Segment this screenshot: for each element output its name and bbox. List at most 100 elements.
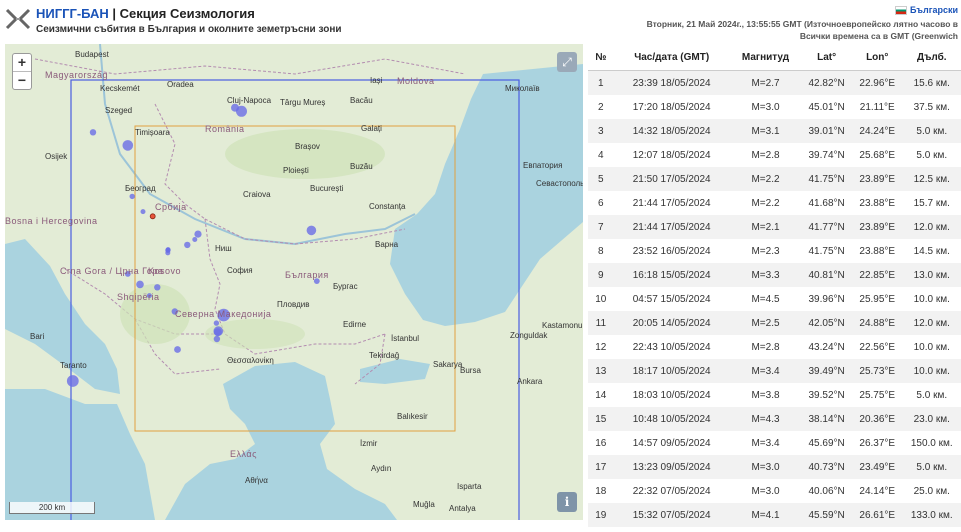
cell-latitude: 42.82°N: [801, 70, 852, 95]
earthquake-marker[interactable]: [213, 335, 221, 343]
zoom-control[interactable]: + −: [12, 53, 32, 90]
events-table-container[interactable]: № Час/дата (GMT) Магнитуд Lat° Lon° Дълб…: [588, 44, 961, 532]
table-row[interactable]: 8 23:52 16/05/2024 M=2.3 41.75°N 23.88°E 14.5…: [588, 239, 961, 263]
map-label: Севастополь: [536, 179, 583, 188]
cell-number: 4: [598, 149, 604, 161]
org-name[interactable]: НИГГГ-БАН: [36, 6, 109, 21]
cell-time: 18:17 10/05/2024: [613, 359, 730, 383]
earthquake-marker[interactable]: [174, 346, 181, 353]
earthquake-marker[interactable]: [192, 237, 198, 242]
cell-depth: 10.0 км.: [913, 293, 950, 305]
col-longitude[interactable]: Lon°: [851, 44, 903, 71]
table-row[interactable]: 18 22:32 07/05/2024 M=3.0 40.06°N 24.14°E 25.…: [588, 479, 961, 503]
table-row[interactable]: 16 14:57 09/05/2024 M=3.4 45.69°N 26.37°E 150…: [588, 431, 961, 455]
map-label: Bacău: [350, 96, 373, 105]
earthquake-map[interactable]: Budapest Magyarország Kecskemét Szeged Orade…: [5, 44, 583, 520]
col-latitude[interactable]: Lat°: [801, 44, 852, 71]
map-label: Kosovo: [148, 266, 182, 276]
earthquake-marker[interactable]: [129, 193, 135, 200]
table-row[interactable]: 5 21:50 17/05/2024 M=2.2 41.75°N 23.89°E 12.5…: [588, 167, 961, 191]
table-row[interactable]: 11 20:05 14/05/2024 M=2.5 42.05°N 24.88°E 12.…: [588, 311, 961, 335]
cell-longitude: 23.89°E: [851, 167, 903, 191]
earthquake-marker[interactable]: [66, 375, 79, 387]
site-title[interactable]: НИГГГ-БАН | Секция Сеизмология: [36, 6, 255, 21]
earthquake-marker[interactable]: [136, 280, 144, 289]
table-row[interactable]: 7 21:44 17/05/2024 M=2.1 41.77°N 23.89°E 12.0…: [588, 215, 961, 239]
table-row[interactable]: 19 15:32 07/05/2024 M=4.1 45.59°N 26.61°E 133…: [588, 503, 961, 527]
map-canvas[interactable]: [5, 44, 583, 520]
table-row[interactable]: 4 12:07 18/05/2024 M=2.8 39.74°N 25.68°E 5.0 …: [588, 143, 961, 167]
earthquake-marker[interactable]: [165, 247, 171, 253]
map-label: Constanța: [369, 202, 406, 211]
earthquake-marker[interactable]: [184, 241, 191, 249]
map-label: Варна: [375, 240, 399, 249]
zoom-out-button[interactable]: −: [13, 71, 31, 89]
earthquake-marker[interactable]: [122, 140, 134, 151]
info-icon[interactable]: i: [557, 492, 577, 512]
cell-time: 22:09 06/05/2024: [614, 527, 730, 532]
cell-depth: 5.0 км.: [916, 149, 948, 161]
cell-latitude: 45.01°N: [808, 101, 845, 113]
table-header-row: № Час/дата (GMT) Магнитуд Lat° Lon° Дълб…: [588, 44, 961, 71]
cell-longitude: 25.68°E: [859, 149, 896, 161]
cell-time: 21:44 17/05/2024: [632, 197, 711, 209]
cell-longitude: 24.88°E: [851, 311, 903, 335]
cell-longitude: 21.11°E: [859, 101, 895, 113]
table-row[interactable]: 1 23:39 18/05/2024 M=2.7 42.82°N 22.96°E 15.6…: [588, 70, 961, 95]
earthquake-marker[interactable]: [306, 225, 317, 236]
table-row[interactable]: 2022:09 06/05/2024M=2.641.71°N24.37°E15.…: [588, 527, 961, 532]
fullscreen-icon[interactable]: ⤢: [557, 52, 577, 72]
language-label[interactable]: Български: [910, 5, 958, 15]
cell-magnitude: M=2.6: [730, 527, 802, 532]
map-label: Sakarya: [433, 360, 463, 369]
table-row[interactable]: 13 18:17 10/05/2024 M=3.4 39.49°N 25.73°E 10.…: [588, 359, 961, 383]
cell-latitude: 41.68°N: [808, 197, 845, 209]
cell-number: 7: [588, 215, 614, 239]
col-number[interactable]: №: [588, 44, 614, 71]
table-row[interactable]: 12 22:43 10/05/2024 M=2.8 43.24°N 22.56°E 10.…: [588, 335, 961, 359]
cell-number: 11: [588, 311, 614, 335]
map-label: София: [227, 266, 253, 275]
cell-time: 17:20 18/05/2024: [632, 101, 711, 113]
map-label: Северна Македонија: [175, 309, 272, 319]
cell-longitude: 26.37°E: [859, 437, 896, 449]
zoom-in-button[interactable]: +: [13, 54, 31, 71]
table-row[interactable]: 14 18:03 10/05/2024 M=3.8 39.52°N 25.75°E 5.0…: [588, 383, 961, 407]
map-label: Magyarország: [45, 70, 109, 80]
cell-number: 5: [588, 167, 614, 191]
timezone-note: Всички времена са в GMT (Greenwich: [799, 31, 958, 41]
table-row[interactable]: 2 17:20 18/05/2024 M=3.0 45.01°N 21.11°E 37.5…: [588, 95, 961, 119]
cell-time: 14:32 18/05/2024: [613, 119, 730, 143]
col-magnitude[interactable]: Магнитуд: [729, 44, 802, 71]
cell-latitude: 40.06°N: [808, 485, 845, 497]
language-switch[interactable]: Български: [894, 5, 958, 16]
table-row[interactable]: 17 13:23 09/05/2024 M=3.0 40.73°N 23.49°E 5.0…: [588, 455, 961, 479]
cell-longitude: 23.49°E: [851, 455, 903, 479]
table-row[interactable]: 15 10:48 10/05/2024 M=4.3 38.14°N 20.36°E 23.…: [588, 407, 961, 431]
current-location-marker[interactable]: [149, 213, 156, 220]
col-time[interactable]: Час/дата (GMT): [613, 44, 730, 71]
cell-longitude: 25.73°E: [851, 359, 903, 383]
map-label: İzmir: [360, 439, 378, 448]
map-label: Moldova: [397, 76, 435, 86]
earthquake-marker[interactable]: [213, 320, 220, 326]
table-row[interactable]: 10 04:57 15/05/2024 M=4.5 39.96°N 25.95°E 10.…: [588, 287, 961, 311]
col-depth[interactable]: Дълб.: [902, 44, 961, 71]
cell-latitude: 39.01°N: [801, 119, 852, 143]
map-label: Ниш: [215, 244, 232, 253]
earthquake-marker[interactable]: [154, 284, 161, 291]
table-row[interactable]: 6 21:44 17/05/2024 M=2.2 41.68°N 23.88°E 15.7…: [588, 191, 961, 215]
title-separator: |: [108, 6, 120, 21]
earthquake-marker[interactable]: [236, 105, 247, 117]
table-row[interactable]: 3 14:32 18/05/2024 M=3.1 39.01°N 24.24°E 5.0 …: [588, 119, 961, 143]
earthquake-marker[interactable]: [89, 129, 97, 136]
earthquake-marker[interactable]: [194, 230, 202, 238]
map-label: Timișoara: [135, 128, 170, 137]
table-row[interactable]: 9 16:18 15/05/2024 M=3.3 40.81°N 22.85°E 13.0…: [588, 263, 961, 287]
earthquake-marker[interactable]: [213, 328, 222, 337]
cell-magnitude: M=2.2: [729, 167, 802, 191]
map-label: Bursa: [460, 366, 481, 375]
cell-depth: 13.0 км.: [902, 263, 961, 287]
earthquake-marker[interactable]: [140, 209, 146, 215]
cell-number: 3: [588, 119, 614, 143]
